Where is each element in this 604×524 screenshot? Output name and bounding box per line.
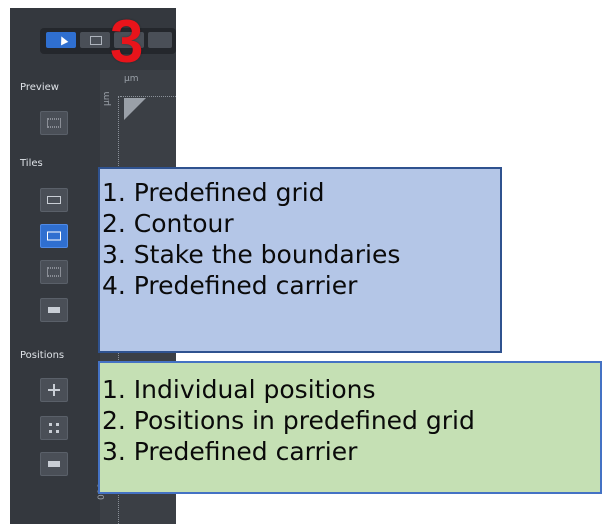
- tiles-callout-item: 2. Contour: [102, 209, 234, 238]
- horizontal-ruler: [120, 82, 176, 97]
- tiles-predefined-carrier-button[interactable]: [40, 298, 68, 322]
- boundary-icon: [47, 267, 61, 277]
- positions-individual-button[interactable]: [40, 378, 68, 402]
- positions-callout-item: 3. Predefined carrier: [102, 437, 358, 466]
- step-number: 3: [110, 8, 144, 75]
- tiles-callout-item: 4. Predefined carrier: [102, 271, 358, 300]
- carrier-icon: [48, 307, 60, 313]
- view-toolbar: [40, 28, 176, 54]
- fit-frame-icon: [47, 118, 61, 128]
- preview-section-label: Preview: [20, 82, 59, 93]
- horizontal-ruler-unit: µm: [124, 74, 139, 84]
- frame-tool-button[interactable]: [80, 32, 110, 48]
- tiles-predefined-grid-button[interactable]: [40, 188, 68, 212]
- positions-callout-item: 2. Positions in predefined grid: [102, 406, 475, 435]
- toolbar-button-4[interactable]: [148, 32, 172, 48]
- positions-carrier-button[interactable]: [40, 452, 68, 476]
- crosshair-icon: [48, 384, 60, 396]
- tiles-contour-button[interactable]: [40, 224, 68, 248]
- vertical-ruler-unit: µm: [102, 91, 112, 107]
- grid-icon: [47, 196, 61, 204]
- pointer-tool-button[interactable]: [46, 32, 76, 48]
- preview-fit-button[interactable]: [40, 111, 68, 135]
- tiles-section-label: Tiles: [20, 158, 43, 169]
- contour-icon: [47, 231, 61, 241]
- dot-grid-icon: [49, 423, 59, 433]
- positions-grid-button[interactable]: [40, 416, 68, 440]
- ruler-corner-marker: [124, 98, 146, 120]
- tiles-callout-item: 3. Stake the boundaries: [102, 240, 401, 269]
- positions-callout-item: 1. Individual positions: [102, 375, 376, 404]
- positions-callout: 1. Individual positions 2. Positions in …: [98, 361, 602, 494]
- rectangle-icon: [90, 36, 102, 45]
- tiles-callout-item: 1. Predefined grid: [102, 178, 325, 207]
- carrier-icon: [48, 461, 60, 467]
- tiles-callout: 1. Predefined grid 2. Contour 3. Stake t…: [98, 167, 502, 353]
- positions-section-label: Positions: [20, 350, 65, 361]
- tiles-stake-boundaries-button[interactable]: [40, 260, 68, 284]
